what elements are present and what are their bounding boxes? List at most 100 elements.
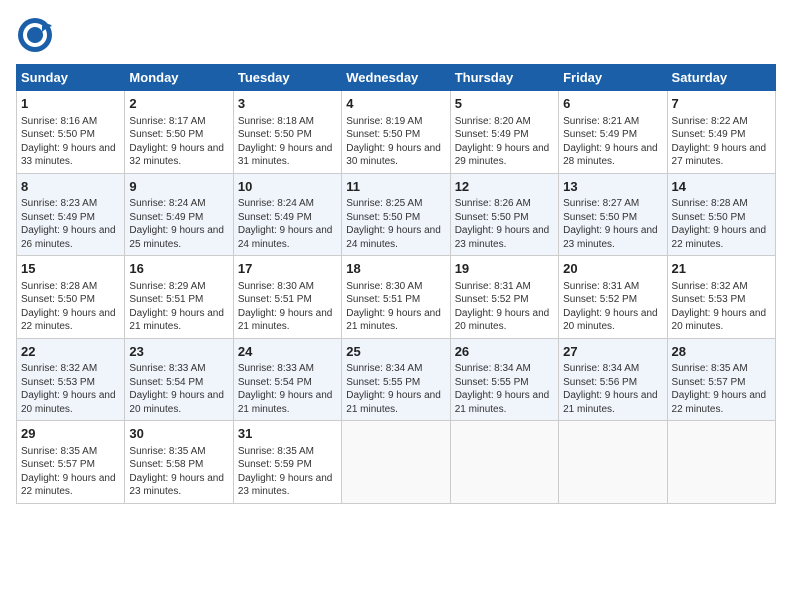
calendar-day-cell: 17 Sunrise: 8:30 AM Sunset: 5:51 PM Dayli… <box>233 256 341 339</box>
day-number: 11 <box>346 178 445 196</box>
day-info: Sunrise: 8:34 AM Sunset: 5:56 PM Dayligh… <box>563 362 662 416</box>
weekday-header-cell: Wednesday <box>342 65 450 91</box>
calendar-day-cell: 26Sunrise: 8:34 AM Sunset: 5:55 PM Dayli… <box>450 338 558 421</box>
calendar-week-row: 22Sunrise: 8:32 AM Sunset: 5:53 PM Dayli… <box>17 338 776 421</box>
calendar-week-row: 8Sunrise: 8:23 AM Sunset: 5:49 PM Daylig… <box>17 173 776 256</box>
day-info: Sunrise: 8:28 AM Sunset: 5:50 PM Dayligh… <box>21 280 120 334</box>
calendar-day-cell: 5Sunrise: 8:20 AM Sunset: 5:49 PM Daylig… <box>450 91 558 174</box>
day-info: Sunrise: 8:31 AM Sunset: 5:52 PM Dayligh… <box>563 280 662 334</box>
day-info: Sunrise: 8:28 AM Sunset: 5:50 PM Dayligh… <box>672 197 771 251</box>
calendar-day-cell: 23Sunrise: 8:33 AM Sunset: 5:54 PM Dayli… <box>125 338 233 421</box>
day-info: Sunrise: 8:24 AM Sunset: 5:49 PM Dayligh… <box>129 197 228 251</box>
day-info: Sunrise: 8:31 AM Sunset: 5:52 PM Dayligh… <box>455 280 554 334</box>
day-info: Sunrise: 8:33 AM Sunset: 5:54 PM Dayligh… <box>129 362 228 416</box>
calendar-day-cell: 20 Sunrise: 8:31 AM Sunset: 5:52 PM Dayli… <box>559 256 667 339</box>
calendar-day-cell: 21 Sunrise: 8:32 AM Sunset: 5:53 PM Dayli… <box>667 256 775 339</box>
day-number: 21 <box>672 260 771 278</box>
logo-icon <box>16 16 54 54</box>
day-info: Sunrise: 8:29 AM Sunset: 5:51 PM Dayligh… <box>129 280 228 334</box>
weekday-header-cell: Friday <box>559 65 667 91</box>
calendar-day-cell: 19 Sunrise: 8:31 AM Sunset: 5:52 PM Dayli… <box>450 256 558 339</box>
day-number: 31 <box>238 425 337 443</box>
calendar-day-cell <box>559 421 667 504</box>
day-info: Sunrise: 8:21 AM Sunset: 5:49 PM Dayligh… <box>563 115 662 169</box>
day-number: 14 <box>672 178 771 196</box>
day-info: Sunrise: 8:26 AM Sunset: 5:50 PM Dayligh… <box>455 197 554 251</box>
calendar-day-cell: 10Sunrise: 8:24 AM Sunset: 5:49 PM Dayli… <box>233 173 341 256</box>
day-number: 18 <box>346 260 445 278</box>
logo <box>16 16 58 54</box>
day-info: Sunrise: 8:32 AM Sunset: 5:53 PM Dayligh… <box>21 362 120 416</box>
day-info: Sunrise: 8:16 AM Sunset: 5:50 PM Dayligh… <box>21 115 120 169</box>
calendar-day-cell: 27Sunrise: 8:34 AM Sunset: 5:56 PM Dayli… <box>559 338 667 421</box>
day-info: Sunrise: 8:35 AM Sunset: 5:57 PM Dayligh… <box>21 445 120 499</box>
day-number: 12 <box>455 178 554 196</box>
day-number: 28 <box>672 343 771 361</box>
day-number: 1 <box>21 95 120 113</box>
day-info: Sunrise: 8:35 AM Sunset: 5:57 PM Dayligh… <box>672 362 771 416</box>
day-number: 9 <box>129 178 228 196</box>
day-number: 19 <box>455 260 554 278</box>
calendar-day-cell: 29Sunrise: 8:35 AM Sunset: 5:57 PM Dayli… <box>17 421 125 504</box>
calendar-day-cell <box>342 421 450 504</box>
calendar-day-cell <box>450 421 558 504</box>
day-info: Sunrise: 8:35 AM Sunset: 5:58 PM Dayligh… <box>129 445 228 499</box>
day-info: Sunrise: 8:27 AM Sunset: 5:50 PM Dayligh… <box>563 197 662 251</box>
day-info: Sunrise: 8:20 AM Sunset: 5:49 PM Dayligh… <box>455 115 554 169</box>
calendar-day-cell: 7Sunrise: 8:22 AM Sunset: 5:49 PM Daylig… <box>667 91 775 174</box>
calendar-day-cell: 22Sunrise: 8:32 AM Sunset: 5:53 PM Dayli… <box>17 338 125 421</box>
day-info: Sunrise: 8:34 AM Sunset: 5:55 PM Dayligh… <box>455 362 554 416</box>
day-number: 26 <box>455 343 554 361</box>
day-number: 8 <box>21 178 120 196</box>
day-number: 2 <box>129 95 228 113</box>
day-number: 6 <box>563 95 662 113</box>
weekday-header-cell: Sunday <box>17 65 125 91</box>
calendar-table: SundayMondayTuesdayWednesdayThursdayFrid… <box>16 64 776 504</box>
calendar-day-cell: 31 Sunrise: 8:35 AM Sunset: 5:59 PM Dayli… <box>233 421 341 504</box>
calendar-day-cell: 13Sunrise: 8:27 AM Sunset: 5:50 PM Dayli… <box>559 173 667 256</box>
calendar-day-cell: 18 Sunrise: 8:30 AM Sunset: 5:51 PM Dayli… <box>342 256 450 339</box>
day-info: Sunrise: 8:18 AM Sunset: 5:50 PM Dayligh… <box>238 115 337 169</box>
day-number: 15 <box>21 260 120 278</box>
day-info: Sunrise: 8:35 AM Sunset: 5:59 PM Dayligh… <box>238 445 337 499</box>
calendar-day-cell: 14Sunrise: 8:28 AM Sunset: 5:50 PM Dayli… <box>667 173 775 256</box>
calendar-day-cell: 24Sunrise: 8:33 AM Sunset: 5:54 PM Dayli… <box>233 338 341 421</box>
calendar-day-cell: 12Sunrise: 8:26 AM Sunset: 5:50 PM Dayli… <box>450 173 558 256</box>
calendar-day-cell: 25Sunrise: 8:34 AM Sunset: 5:55 PM Dayli… <box>342 338 450 421</box>
day-info: Sunrise: 8:30 AM Sunset: 5:51 PM Dayligh… <box>238 280 337 334</box>
calendar-day-cell: 6 Sunrise: 8:21 AM Sunset: 5:49 PM Daylig… <box>559 91 667 174</box>
calendar-day-cell: 30Sunrise: 8:35 AM Sunset: 5:58 PM Dayli… <box>125 421 233 504</box>
calendar-body: 1 Sunrise: 8:16 AM Sunset: 5:50 PM Daylig… <box>17 91 776 504</box>
day-number: 13 <box>563 178 662 196</box>
calendar-day-cell: 1 Sunrise: 8:16 AM Sunset: 5:50 PM Daylig… <box>17 91 125 174</box>
day-number: 3 <box>238 95 337 113</box>
day-info: Sunrise: 8:24 AM Sunset: 5:49 PM Dayligh… <box>238 197 337 251</box>
calendar-week-row: 15 Sunrise: 8:28 AM Sunset: 5:50 PM Dayli… <box>17 256 776 339</box>
day-info: Sunrise: 8:22 AM Sunset: 5:49 PM Dayligh… <box>672 115 771 169</box>
calendar-day-cell: 9Sunrise: 8:24 AM Sunset: 5:49 PM Daylig… <box>125 173 233 256</box>
page-header <box>16 16 776 54</box>
calendar-week-row: 29Sunrise: 8:35 AM Sunset: 5:57 PM Dayli… <box>17 421 776 504</box>
day-info: Sunrise: 8:25 AM Sunset: 5:50 PM Dayligh… <box>346 197 445 251</box>
day-number: 16 <box>129 260 228 278</box>
day-info: Sunrise: 8:30 AM Sunset: 5:51 PM Dayligh… <box>346 280 445 334</box>
calendar-day-cell: 2 Sunrise: 8:17 AM Sunset: 5:50 PM Daylig… <box>125 91 233 174</box>
day-number: 25 <box>346 343 445 361</box>
day-number: 20 <box>563 260 662 278</box>
day-info: Sunrise: 8:32 AM Sunset: 5:53 PM Dayligh… <box>672 280 771 334</box>
day-info: Sunrise: 8:17 AM Sunset: 5:50 PM Dayligh… <box>129 115 228 169</box>
calendar-day-cell: 28Sunrise: 8:35 AM Sunset: 5:57 PM Dayli… <box>667 338 775 421</box>
day-info: Sunrise: 8:23 AM Sunset: 5:49 PM Dayligh… <box>21 197 120 251</box>
day-number: 24 <box>238 343 337 361</box>
weekday-header-cell: Monday <box>125 65 233 91</box>
weekday-header-row: SundayMondayTuesdayWednesdayThursdayFrid… <box>17 65 776 91</box>
calendar-day-cell: 8Sunrise: 8:23 AM Sunset: 5:49 PM Daylig… <box>17 173 125 256</box>
day-info: Sunrise: 8:33 AM Sunset: 5:54 PM Dayligh… <box>238 362 337 416</box>
weekday-header-cell: Saturday <box>667 65 775 91</box>
weekday-header-cell: Tuesday <box>233 65 341 91</box>
day-number: 27 <box>563 343 662 361</box>
calendar-day-cell: 16 Sunrise: 8:29 AM Sunset: 5:51 PM Dayli… <box>125 256 233 339</box>
weekday-header-cell: Thursday <box>450 65 558 91</box>
day-number: 17 <box>238 260 337 278</box>
calendar-week-row: 1 Sunrise: 8:16 AM Sunset: 5:50 PM Daylig… <box>17 91 776 174</box>
